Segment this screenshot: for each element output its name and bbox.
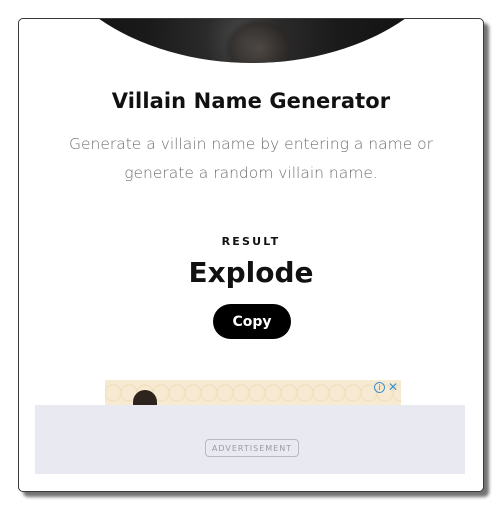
advertisement-slot: ADVERTISEMENT xyxy=(35,405,465,474)
hero-figure-shading xyxy=(225,19,295,63)
generator-card: Villain Name Generator Generate a villai… xyxy=(18,18,484,492)
advertisement-tag: ADVERTISEMENT xyxy=(205,439,299,457)
page-title: Villain Name Generator xyxy=(111,89,391,113)
result-value: Explode xyxy=(188,256,314,289)
copy-button[interactable]: Copy xyxy=(213,304,291,339)
ad-close-icon[interactable]: ✕ xyxy=(388,380,398,394)
ad-info-icon[interactable]: i xyxy=(374,382,385,393)
generator-description: Generate a villain name by entering a na… xyxy=(68,135,434,182)
villain-hero-image xyxy=(35,19,469,63)
ad-banner[interactable]: i ✕ xyxy=(105,380,401,412)
result-label: RESULT xyxy=(221,235,281,248)
